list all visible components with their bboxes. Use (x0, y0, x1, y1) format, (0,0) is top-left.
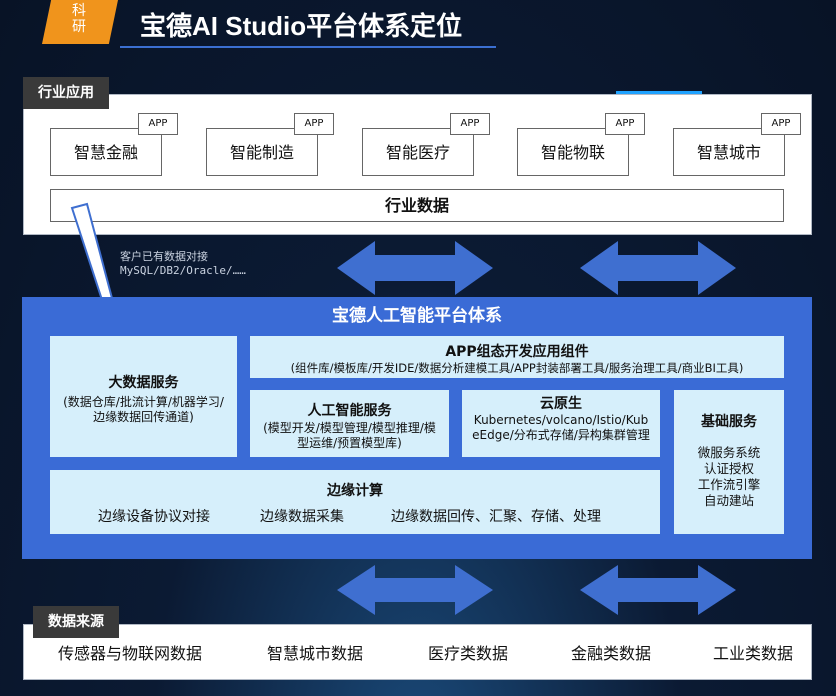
app-dev-title: APP组态开发应用组件 (445, 344, 589, 360)
source-item: 工业类数据 (713, 644, 794, 663)
edge-item: 边缘数据采集 (260, 509, 344, 525)
double-arrow-icon (580, 565, 736, 615)
basic-service-box: 基础服务 微服务系统 认证授权 工作流引擎 自动建站 (674, 390, 784, 534)
edge-computing-title: 边缘计算 (327, 483, 383, 499)
basic-service-item: 认证授权 (703, 461, 754, 476)
edge-item: 边缘数据回传、汇聚、存储、处理 (391, 509, 601, 525)
basic-service-item: 工作流引擎 (697, 477, 761, 492)
basic-service-item: 微服务系统 (697, 445, 761, 460)
source-item: 医疗类数据 (428, 644, 509, 663)
ai-service-title: 人工智能服务 (307, 403, 392, 419)
cloud-native-box: 云原生 Kubernetes/volcano/Istio/KubeEdge/分布… (462, 390, 660, 457)
app-dev-desc: (组件库/模板库/开发IDE/数据分析建模工具/APP封装部署工具/服务治理工具… (290, 361, 744, 375)
double-arrow-icon (337, 241, 493, 295)
source-item: 传感器与物联网数据 (58, 644, 203, 663)
platform-title: 宝德人工智能平台体系 (332, 306, 502, 326)
cloud-native-title: 云原生 (540, 396, 582, 412)
bigdata-service-desc: (数据仓库/批流计算/机器学习/边缘数据回传通道) (63, 395, 224, 424)
source-item: 金融类数据 (571, 644, 652, 663)
connection-note-line2: MySQL/DB2/Oracle/…… (120, 264, 246, 277)
connection-note: 客户已有数据对接 MySQL/DB2/Oracle/…… (120, 250, 246, 278)
data-sources-label: 数据来源 (33, 606, 119, 638)
double-arrow-icon (337, 565, 493, 615)
app-dev-box: APP组态开发应用组件 (组件库/模板库/开发IDE/数据分析建模工具/APP封… (250, 336, 784, 378)
double-arrow-icon (580, 241, 736, 295)
bigdata-service-title: 大数据服务 (108, 375, 179, 391)
cloud-native-desc: Kubernetes/volcano/Istio/KubeEdge/分布式存储/… (472, 413, 650, 442)
ai-service-box: 人工智能服务 (模型开发/模型管理/模型推理/模型运维/预置模型库) (250, 390, 449, 457)
edge-item: 边缘设备协议对接 (98, 509, 210, 525)
connection-note-line1: 客户已有数据对接 (120, 250, 208, 263)
basic-service-item: 自动建站 (703, 493, 754, 508)
bigdata-service-box: 大数据服务 (数据仓库/批流计算/机器学习/边缘数据回传通道) (50, 336, 237, 457)
source-item: 智慧城市数据 (267, 644, 364, 663)
basic-service-title: 基础服务 (701, 414, 757, 430)
ai-service-desc: (模型开发/模型管理/模型推理/模型运维/预置模型库) (263, 421, 436, 450)
